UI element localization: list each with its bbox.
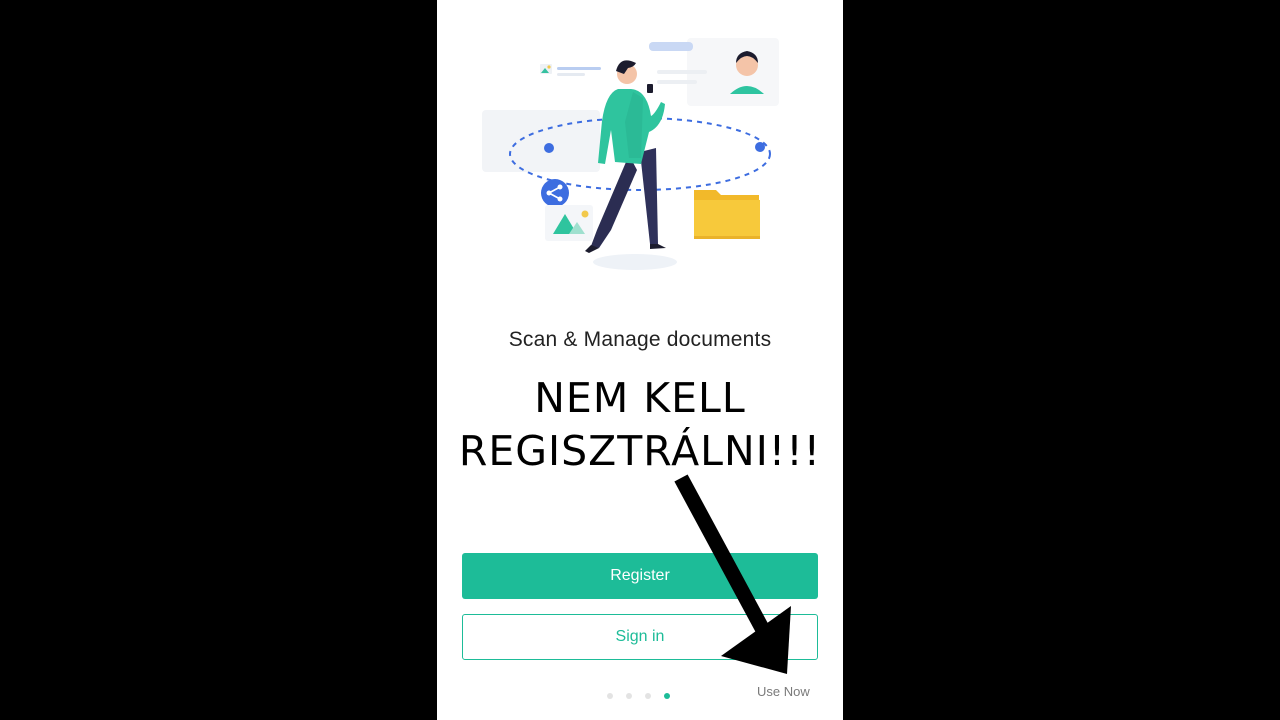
image-icon <box>545 205 593 241</box>
register-button[interactable]: Register <box>462 553 818 599</box>
page-dot-active <box>664 693 670 699</box>
folder-icon <box>694 190 760 239</box>
share-icon <box>541 179 569 207</box>
letterbox-left <box>0 0 437 720</box>
onboarding-headline: Scan & Manage documents <box>508 328 772 351</box>
letterbox-right <box>843 0 1280 720</box>
overlay-caption-line2: REGISZTRÁLNI!!! <box>458 427 822 475</box>
onboarding-illustration <box>482 38 779 270</box>
profile-card <box>649 38 779 106</box>
overlay-caption-line1: NEM KELL <box>534 374 746 422</box>
sign-in-button[interactable]: Sign in <box>462 614 818 660</box>
small-image-card <box>540 64 601 76</box>
phone-screen: Scan & Manage documents NEM KELL REGISZT… <box>437 0 843 720</box>
page-dot <box>645 693 651 699</box>
page-dot <box>626 693 632 699</box>
use-now-link[interactable]: Use Now <box>757 684 810 699</box>
page-indicator <box>607 693 670 699</box>
overlay-caption: NEM KELL REGISZTRÁLNI!!! <box>437 372 843 478</box>
page-dot <box>607 693 613 699</box>
